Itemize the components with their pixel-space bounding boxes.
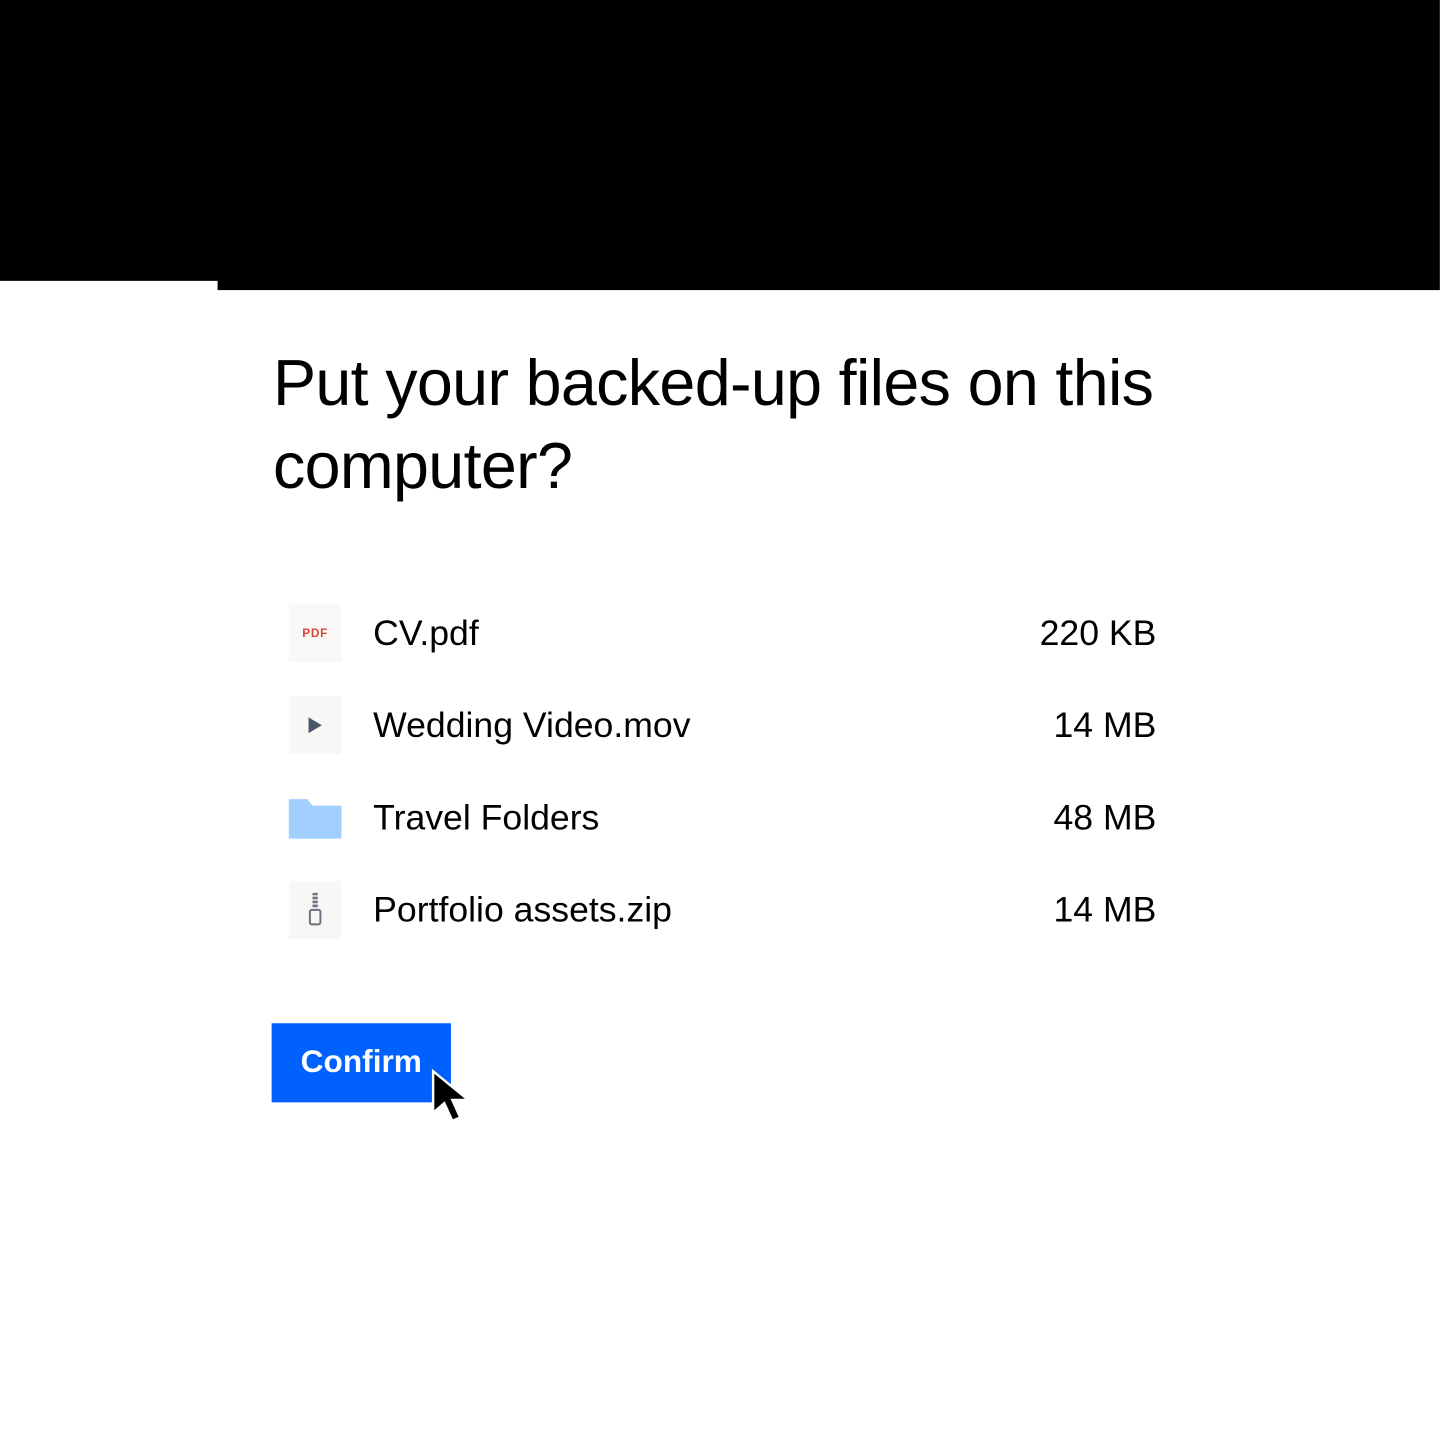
confirm-button[interactable]: Confirm [272, 1023, 451, 1102]
file-name-label: CV.pdf [373, 613, 1039, 654]
file-name-label: Wedding Video.mov [373, 705, 1053, 746]
file-size-label: 14 MB [1053, 705, 1156, 746]
white-notch [0, 281, 218, 294]
folder-icon [286, 789, 344, 847]
zip-icon [286, 881, 344, 939]
video-icon [286, 697, 344, 755]
file-size-label: 14 MB [1053, 890, 1156, 931]
file-name-label: Travel Folders [373, 798, 1053, 839]
file-list: PDF CV.pdf 220 KB Wedding Video.mov 14 M… [273, 587, 1156, 956]
top-black-band [0, 0, 1440, 290]
file-row[interactable]: Portfolio assets.zip 14 MB [286, 864, 1156, 956]
file-row[interactable]: Wedding Video.mov 14 MB [286, 680, 1156, 772]
pdf-icon: PDF [286, 604, 344, 662]
file-row[interactable]: Travel Folders 48 MB [286, 772, 1156, 864]
file-row[interactable]: PDF CV.pdf 220 KB [286, 587, 1156, 679]
file-size-label: 48 MB [1053, 798, 1156, 839]
page-title: Put your backed-up files on this compute… [273, 343, 1156, 508]
file-size-label: 220 KB [1040, 613, 1157, 654]
file-name-label: Portfolio assets.zip [373, 890, 1053, 931]
